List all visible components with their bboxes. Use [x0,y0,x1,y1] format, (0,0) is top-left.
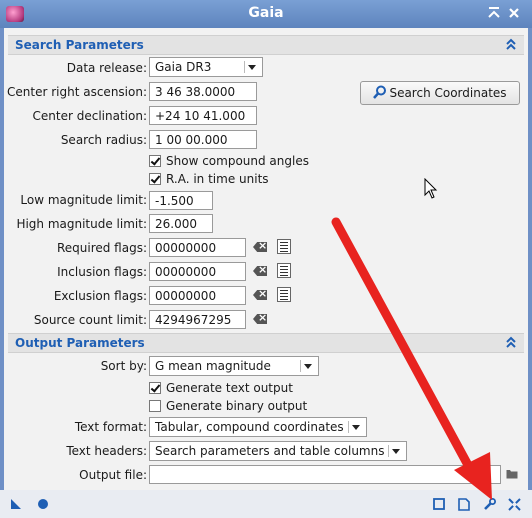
text-format-value: Tabular, compound coordinates [155,420,344,434]
high-mag-input[interactable]: 26.000 [149,214,213,233]
title-bar[interactable]: Gaia [0,0,532,28]
clear-icon[interactable] [253,314,267,324]
high-mag-label: High magnitude limit: [16,217,147,231]
close-icon[interactable] [508,6,520,25]
radius-label: Search radius: [60,133,147,147]
chevron-down-icon [244,61,259,73]
show-compound-angles-checkbox[interactable]: Show compound angles [149,153,309,169]
low-mag-input[interactable]: -1.500 [149,191,213,210]
output-parameters-section[interactable]: Output Parameters [8,333,524,353]
checkbox-checked[interactable] [149,382,161,394]
browse-documentation-icon[interactable] [433,498,445,513]
dec-input[interactable]: +24 10 41.000 [149,106,257,125]
apply-global-icon[interactable] [37,498,49,513]
generate-binary-checkbox[interactable]: Generate binary output [149,398,307,414]
collapse-icon[interactable] [506,336,516,351]
sort-by-value: G mean magnitude [155,359,271,373]
document-icon[interactable] [458,498,470,514]
text-format-label: Text format: [74,420,147,434]
flags-list-icon[interactable] [277,239,291,254]
clear-icon[interactable] [253,266,267,276]
bottom-toolbar [0,490,532,518]
checkbox-checked[interactable] [149,173,161,185]
sort-by-label: Sort by: [100,359,147,373]
shade-icon[interactable] [488,6,500,25]
search-coordinates-button[interactable]: Search Coordinates [360,81,520,105]
generate-binary-label: Generate binary output [166,399,308,413]
generate-text-label: Generate text output [166,381,293,395]
show-compound-angles-label: Show compound angles [166,154,309,168]
chevron-down-icon [348,421,363,433]
text-format-select[interactable]: Tabular, compound coordinates [149,417,367,437]
data-release-label: Data release: [66,61,147,75]
gaia-window: Gaia Search Parameters Data release: Gai… [0,0,532,518]
collapse-icon[interactable] [506,38,516,53]
window-title: Gaia [248,5,284,21]
required-flags-input[interactable]: 00000000 [149,238,246,257]
text-headers-select[interactable]: Search parameters and table columns [149,441,407,461]
folder-icon[interactable] [506,468,518,482]
inclusion-flags-label: Inclusion flags: [57,265,147,279]
clear-icon[interactable] [253,242,267,252]
ra-time-units-label: R.A. in time units [166,172,269,186]
search-parameters-section[interactable]: Search Parameters [8,35,524,55]
search-icon [373,85,387,99]
output-file-label: Output file: [79,468,147,482]
reset-icon[interactable] [508,498,521,514]
wrench-icon[interactable] [483,498,496,514]
text-headers-label: Text headers: [66,444,147,458]
radius-input[interactable]: 1 00 00.000 [149,130,257,149]
sort-by-select[interactable]: G mean magnitude [149,356,319,376]
data-release-select[interactable]: Gaia DR3 [149,57,263,77]
flags-list-icon[interactable] [277,287,291,302]
checkbox-checked[interactable] [149,155,161,167]
data-release-value: Gaia DR3 [155,60,212,74]
clear-icon[interactable] [253,290,267,300]
new-instance-icon[interactable] [10,498,22,513]
inclusion-flags-input[interactable]: 00000000 [149,262,246,281]
search-coordinates-label: Search Coordinates [389,86,507,100]
flags-list-icon[interactable] [277,263,291,278]
generate-text-checkbox[interactable]: Generate text output [149,380,293,396]
dec-label: Center declination: [32,109,147,123]
section-title: Output Parameters [15,336,145,350]
source-count-input[interactable]: 4294967295 [149,310,246,329]
ra-time-units-checkbox[interactable]: R.A. in time units [149,171,269,187]
exclusion-flags-label: Exclusion flags: [53,289,147,303]
exclusion-flags-input[interactable]: 00000000 [149,286,246,305]
required-flags-label: Required flags: [56,241,147,255]
chevron-down-icon [300,360,315,372]
client-area: Search Parameters Data release: Gaia DR3… [4,28,528,490]
ra-label: Center right ascension: [7,85,147,99]
chevron-down-icon [388,445,403,457]
text-headers-value: Search parameters and table columns [155,444,385,458]
checkbox-unchecked[interactable] [149,400,161,412]
source-count-label: Source count limit: [33,313,147,327]
low-mag-label: Low magnitude limit: [20,193,147,207]
ra-input[interactable]: 3 46 38.0000 [149,82,257,101]
output-file-input[interactable] [149,465,501,484]
mouse-cursor-icon [424,177,438,203]
section-title: Search Parameters [15,38,144,52]
